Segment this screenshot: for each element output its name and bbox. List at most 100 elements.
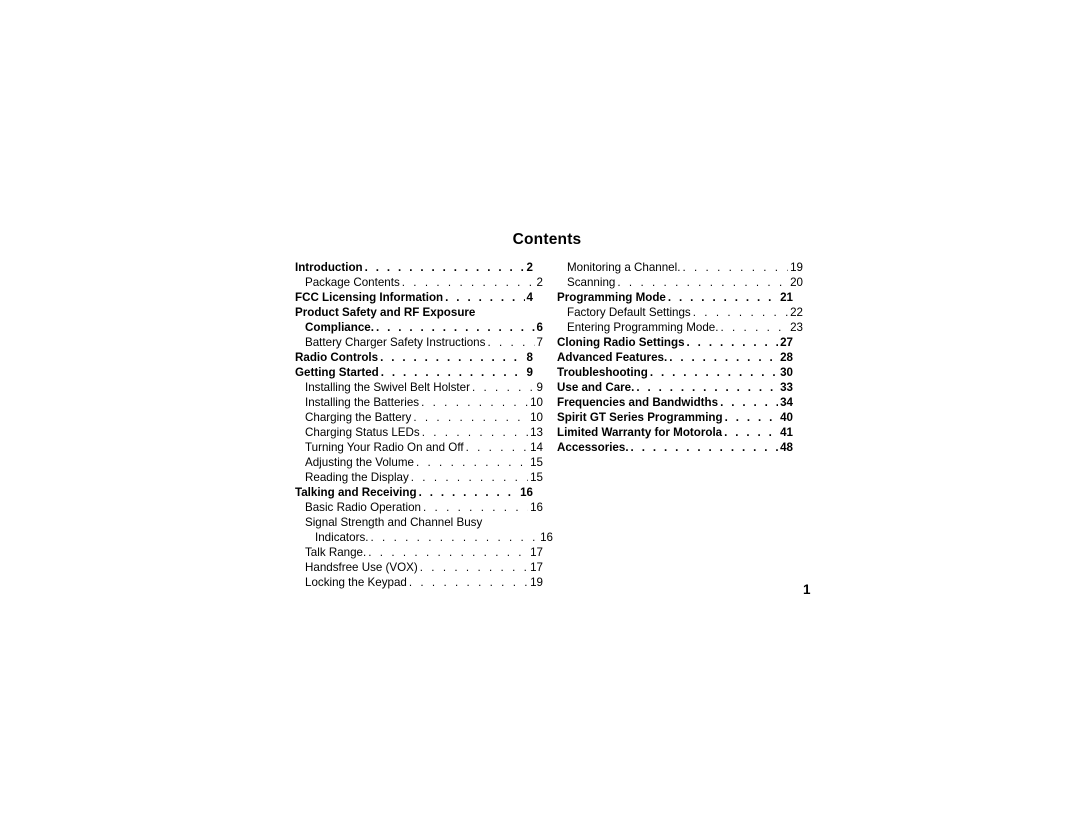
toc-entry[interactable]: Monitoring a Channel.. . . . . . . . . .…	[557, 260, 803, 275]
toc-entry[interactable]: Charging Status LEDs. . . . . . . . . . …	[295, 425, 543, 440]
toc-entry-page-number: 48	[780, 441, 793, 454]
toc-entry-page-number: 10	[530, 411, 543, 424]
toc-entry[interactable]: Troubleshooting. . . . . . . . . . . . .…	[557, 365, 793, 380]
toc-entry[interactable]: Installing the Batteries. . . . . . . . …	[295, 395, 543, 410]
toc-entry-label: Locking the Keypad	[305, 576, 407, 589]
toc-entry-label: Indicators.	[315, 531, 369, 544]
toc-entry-label: Charging the Battery	[305, 411, 412, 424]
toc-entry[interactable]: Charging the Battery. . . . . . . . . . …	[295, 410, 543, 425]
toc-entry-page-number: 9	[526, 366, 533, 379]
toc-leader-dots: . . . . . . . . . . . . . . . . . . . . …	[368, 545, 528, 559]
toc-leader-dots: . . . . . . . . . . . . . . . . . . . . …	[364, 260, 525, 274]
toc-entry-page-number: 27	[780, 336, 793, 349]
toc-entry[interactable]: Factory Default Settings. . . . . . . . …	[557, 305, 803, 320]
toc-leader-dots: . . . . . . . . . . . . . . . . . . . . …	[669, 350, 778, 364]
toc-entry-label: Monitoring a Channel.	[567, 261, 681, 274]
toc-entry[interactable]: Frequencies and Bandwidths. . . . . . . …	[557, 395, 793, 410]
toc-entry[interactable]: Locking the Keypad. . . . . . . . . . . …	[295, 575, 543, 590]
toc-entry-page-number: 16	[530, 501, 543, 514]
toc-entry-label: Getting Started	[295, 366, 379, 379]
toc-entry-page-number: 22	[790, 306, 803, 319]
toc-entry-page-number: 13	[530, 426, 543, 439]
toc-entry-label: Talking and Receiving	[295, 486, 417, 499]
toc-entry-page-number: 2	[536, 276, 543, 289]
toc-leader-dots: . . . . . . . . . . . . . . . . . . . . …	[380, 350, 524, 364]
toc-leader-dots: . . . . . . . . . . . . . . . . . . . . …	[720, 395, 778, 409]
toc-entry[interactable]: Turning Your Radio On and Off. . . . . .…	[295, 440, 543, 455]
toc-entry-page-number: 9	[536, 381, 543, 394]
toc-entry[interactable]: Use and Care.. . . . . . . . . . . . . .…	[557, 380, 793, 395]
toc-entry[interactable]: Spirit GT Series Programming. . . . . . …	[557, 410, 793, 425]
toc-entry-label: Advanced Features.	[557, 351, 668, 364]
toc-entry-page-number: 16	[540, 531, 553, 544]
toc-entry[interactable]: Accessories.. . . . . . . . . . . . . . …	[557, 440, 793, 455]
document-page: Contents Introduction. . . . . . . . . .…	[0, 0, 1080, 834]
toc-entry-label: Talk Range.	[305, 546, 367, 559]
toc-entry[interactable]: Talking and Receiving. . . . . . . . . .…	[295, 485, 533, 500]
toc-leader-dots: . . . . . . . . . . . . . . . . . . . . …	[682, 260, 788, 274]
toc-entry-page-number: 40	[780, 411, 793, 424]
toc-entry[interactable]: Signal Strength and Channel Busy. . . . …	[295, 515, 543, 530]
toc-entry-page-number: 19	[530, 576, 543, 589]
toc-entry[interactable]: Installing the Swivel Belt Holster. . . …	[295, 380, 543, 395]
toc-entry-label: Installing the Swivel Belt Holster	[305, 381, 470, 394]
toc-entry[interactable]: Introduction. . . . . . . . . . . . . . …	[295, 260, 533, 275]
toc-column-right: Monitoring a Channel.. . . . . . . . . .…	[557, 260, 803, 455]
toc-leader-dots: . . . . . . . . . . . . . . . . . . . . …	[487, 335, 534, 349]
toc-leader-dots: . . . . . . . . . . . . . . . . . . . . …	[401, 275, 535, 289]
toc-leader-dots: . . . . . . . . . . . . . . . . . . . . …	[471, 380, 535, 394]
toc-leader-dots: . . . . . . . . . . . . . . . . . . . . …	[408, 575, 528, 589]
toc-entry-page-number: 33	[780, 381, 793, 394]
toc-entry-label: Reading the Display	[305, 471, 409, 484]
toc-entry[interactable]: FCC Licensing Information. . . . . . . .…	[295, 290, 533, 305]
toc-entry[interactable]: Advanced Features.. . . . . . . . . . . …	[557, 350, 793, 365]
toc-leader-dots: . . . . . . . . . . . . . . . . . . . . …	[686, 335, 779, 349]
toc-entry-page-number: 16	[520, 486, 533, 499]
toc-entry-page-number: 23	[790, 321, 803, 334]
toc-entry[interactable]: Reading the Display. . . . . . . . . . .…	[295, 470, 543, 485]
toc-entry[interactable]: Limited Warranty for Motorola. . . . . .…	[557, 425, 793, 440]
toc-entry[interactable]: Product Safety and RF Exposure. . . . . …	[295, 305, 533, 320]
toc-entry[interactable]: Radio Controls. . . . . . . . . . . . . …	[295, 350, 533, 365]
toc-entry-page-number: 17	[530, 546, 543, 559]
toc-entry[interactable]: Basic Radio Operation. . . . . . . . . .…	[295, 500, 543, 515]
toc-entry-page-number: 15	[530, 471, 543, 484]
toc-leader-dots: . . . . . . . . . . . . . . . . . . . . …	[630, 440, 779, 454]
toc-entry-label: Cloning Radio Settings	[557, 336, 685, 349]
toc-entry-label: Entering Programming Mode.	[567, 321, 719, 334]
toc-entry[interactable]: Adjusting the Volume. . . . . . . . . . …	[295, 455, 543, 470]
toc-entry[interactable]: Indicators.. . . . . . . . . . . . . . .…	[295, 530, 553, 545]
toc-entry[interactable]: Handsfree Use (VOX). . . . . . . . . . .…	[295, 560, 543, 575]
toc-entry-label: Scanning	[567, 276, 616, 289]
toc-entry-label: Charging Status LEDs	[305, 426, 420, 439]
toc-entry[interactable]: Battery Charger Safety Instructions. . .…	[295, 335, 543, 350]
toc-leader-dots: . . . . . . . . . . . . . . . . . . . . …	[617, 275, 788, 289]
toc-entry-label: Signal Strength and Channel Busy	[305, 516, 483, 529]
toc-entry[interactable]: Getting Started. . . . . . . . . . . . .…	[295, 365, 533, 380]
toc-entry-label: Use and Care.	[557, 381, 635, 394]
toc-entry-label: Basic Radio Operation	[305, 501, 421, 514]
toc-entry-page-number: 8	[526, 351, 533, 364]
toc-entry[interactable]: Compliance.. . . . . . . . . . . . . . .…	[295, 320, 543, 335]
toc-entry-page-number: 10	[530, 396, 543, 409]
toc-entry[interactable]: Cloning Radio Settings. . . . . . . . . …	[557, 335, 793, 350]
toc-entry[interactable]: Scanning. . . . . . . . . . . . . . . . …	[557, 275, 803, 290]
toc-leader-dots: . . . . . . . . . . . . . . . . . . . . …	[720, 320, 788, 334]
toc-leader-dots: . . . . . . . . . . . . . . . . . . . . …	[418, 485, 519, 499]
toc-entry-label: Turning Your Radio On and Off	[305, 441, 464, 454]
toc-leader-dots: . . . . . . . . . . . . . . . . . . . . …	[636, 380, 778, 394]
toc-entry-page-number: 6	[536, 321, 543, 334]
toc-column-left: Introduction. . . . . . . . . . . . . . …	[295, 260, 553, 590]
toc-entry-page-number: 21	[780, 291, 793, 304]
toc-entry[interactable]: Package Contents. . . . . . . . . . . . …	[295, 275, 543, 290]
toc-entry[interactable]: Talk Range.. . . . . . . . . . . . . . .…	[295, 545, 543, 560]
toc-entry-label: Handsfree Use (VOX)	[305, 561, 418, 574]
toc-entry-label: Troubleshooting	[557, 366, 648, 379]
toc-entry[interactable]: Programming Mode. . . . . . . . . . . . …	[557, 290, 793, 305]
toc-entry-label: Installing the Batteries	[305, 396, 420, 409]
toc-entry[interactable]: Entering Programming Mode.. . . . . . . …	[557, 320, 803, 335]
toc-entry-label: Product Safety and RF Exposure	[295, 306, 476, 319]
toc-leader-dots: . . . . . . . . . . . . . . . . . . . . …	[724, 425, 778, 439]
toc-entry-label: Programming Mode	[557, 291, 666, 304]
toc-entry-page-number: 2	[526, 261, 533, 274]
